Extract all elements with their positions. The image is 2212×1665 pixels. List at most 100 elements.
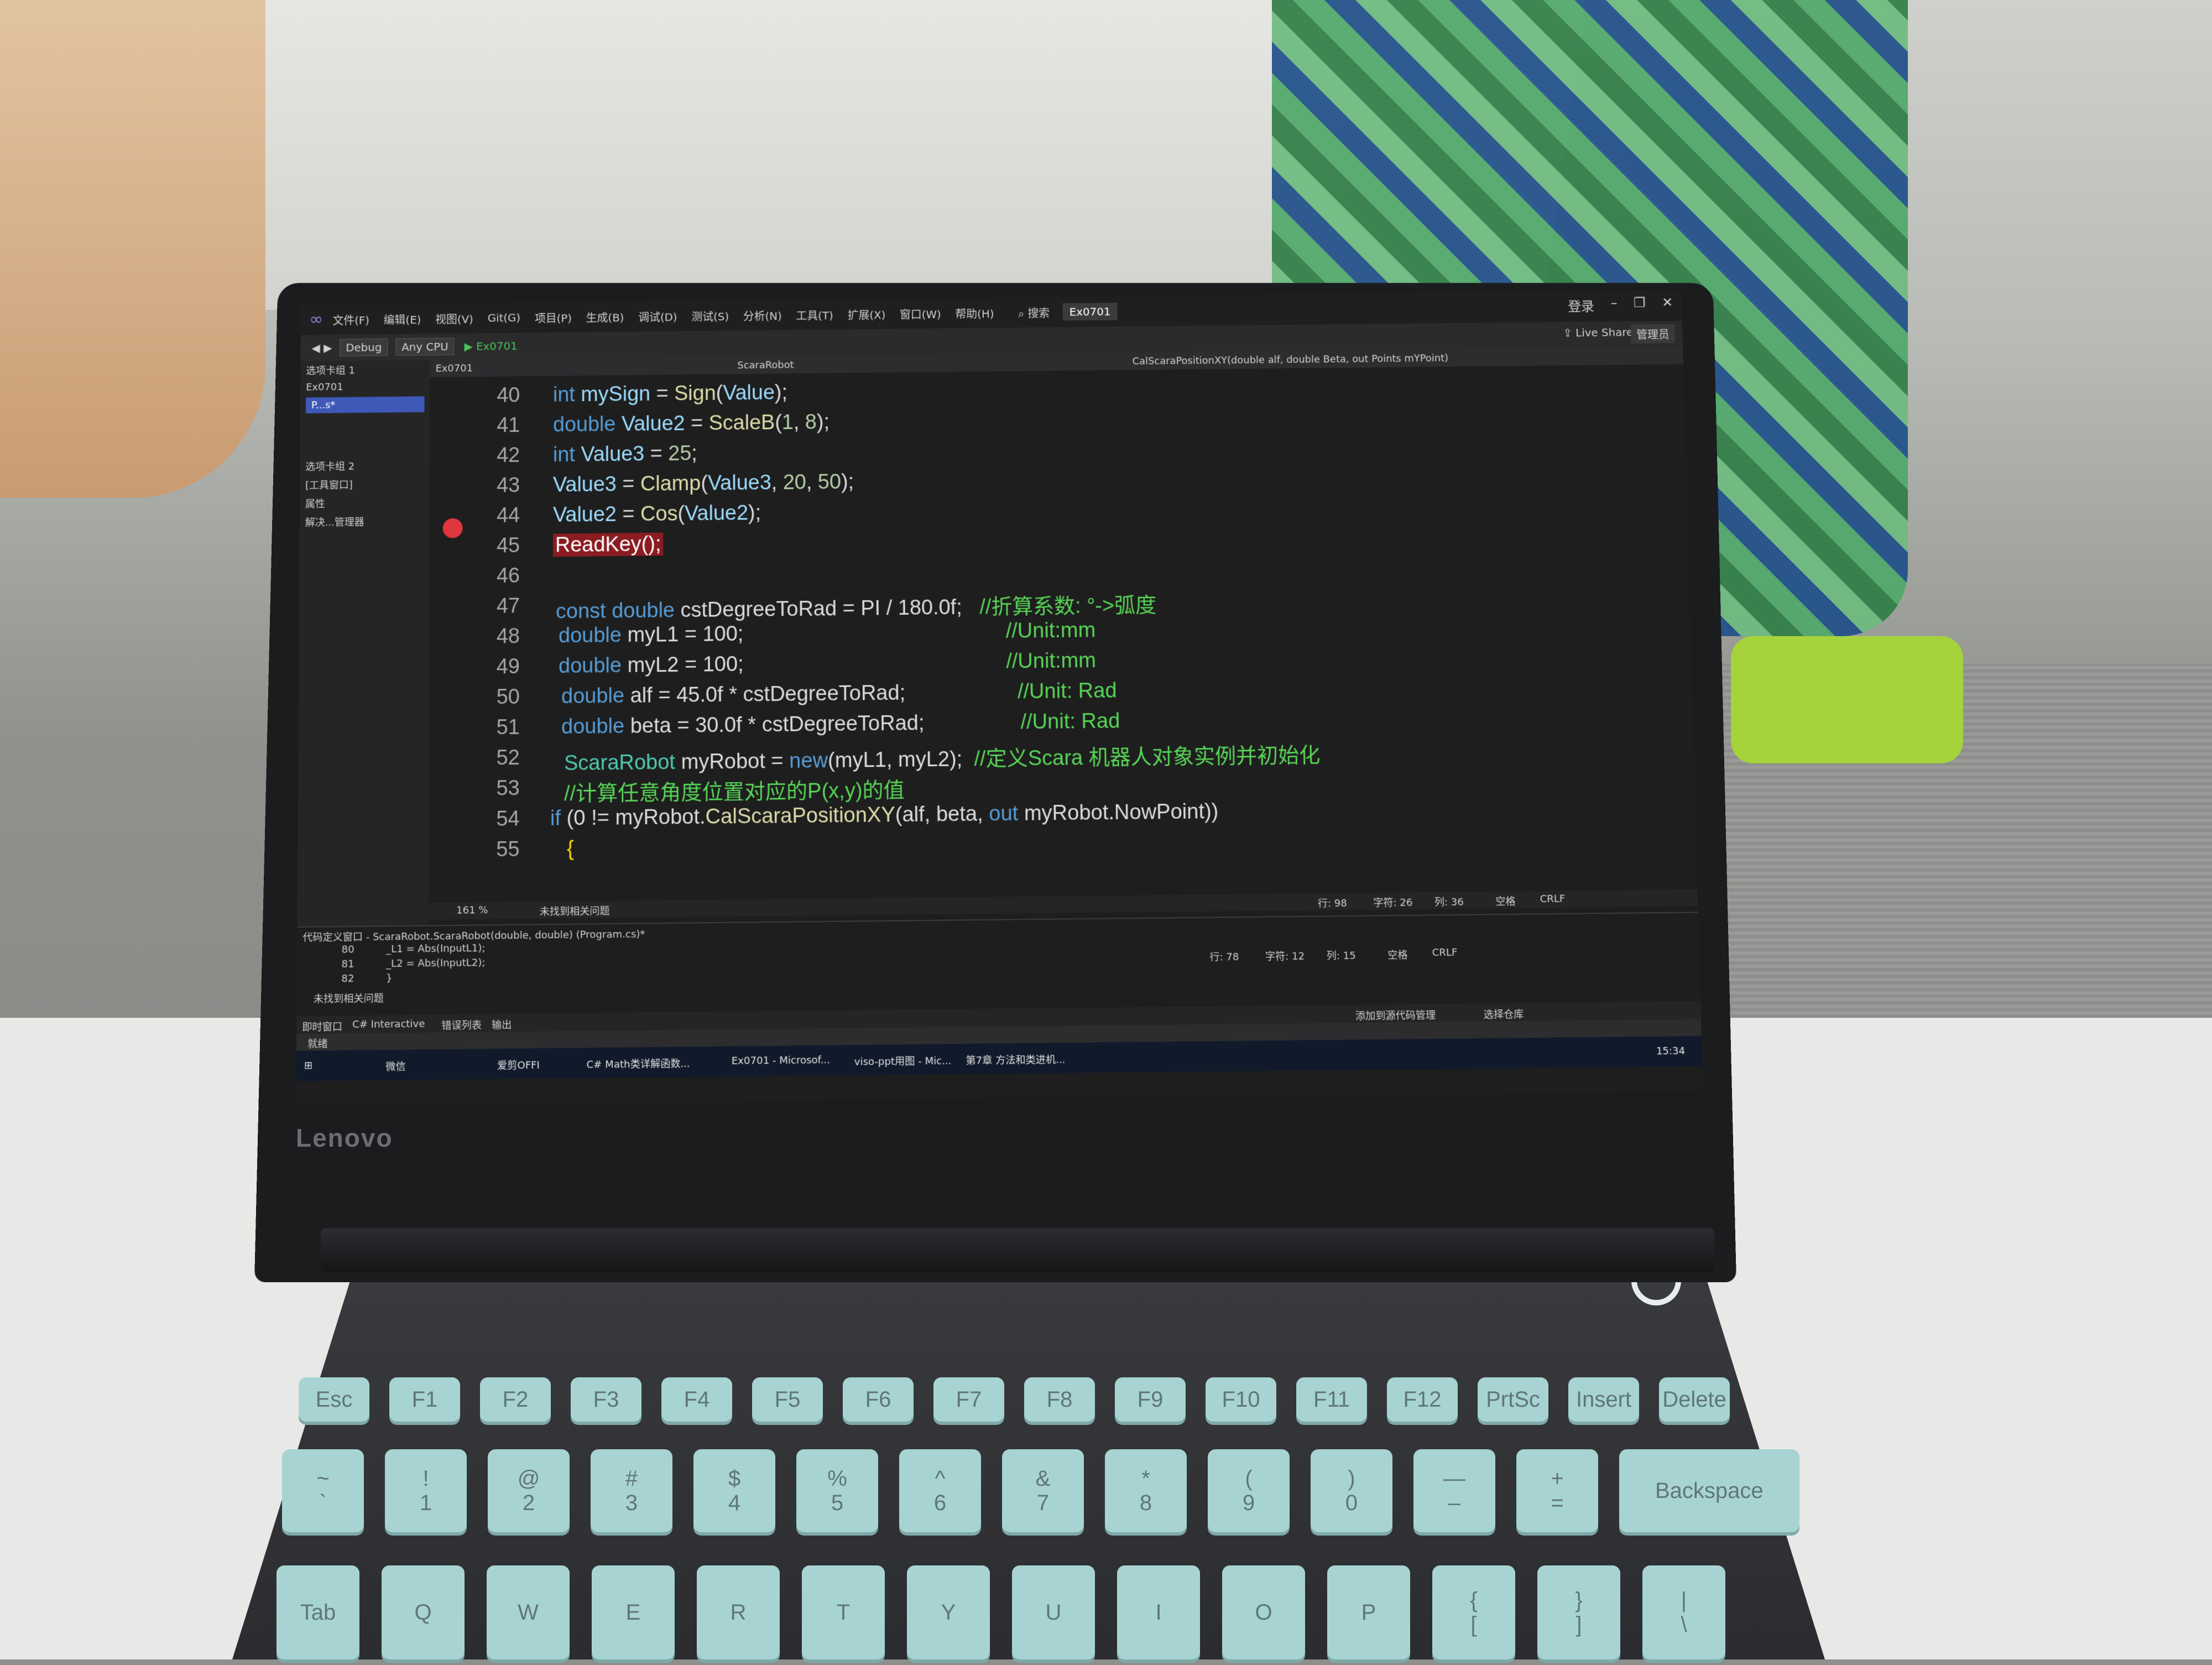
- tab-item-program[interactable]: P...s*: [305, 396, 425, 414]
- line-number: 44: [497, 504, 520, 528]
- tab-csharp-interactive[interactable]: C# Interactive: [352, 1018, 425, 1031]
- key-function-9[interactable]: F9: [1115, 1377, 1186, 1422]
- taskbar-document[interactable]: 第7章 方法和类进机...: [966, 1052, 1065, 1067]
- key-qwerty-9[interactable]: O: [1222, 1565, 1305, 1659]
- platform-select[interactable]: Any CPU: [395, 337, 455, 356]
- tab-immediate-window[interactable]: 即时窗口: [302, 1019, 342, 1034]
- taskbar-wechat[interactable]: 微信: [385, 1059, 405, 1074]
- tab-item-properties[interactable]: 属性: [300, 493, 430, 513]
- key-function-7[interactable]: F7: [933, 1377, 1004, 1422]
- select-repository[interactable]: 选择仓库: [1483, 1006, 1524, 1021]
- menu-git[interactable]: Git(G): [488, 311, 520, 324]
- start-debug-button[interactable]: ▶ Ex0701: [464, 339, 517, 353]
- key-number-4[interactable]: $ 4: [693, 1449, 775, 1532]
- key-function-2[interactable]: F2: [480, 1377, 551, 1422]
- close-icon[interactable]: ✕: [1662, 295, 1673, 314]
- menu-analyze[interactable]: 分析(N): [743, 307, 782, 323]
- taskbar-browser[interactable]: C# Math类详解函数...: [586, 1055, 690, 1071]
- configuration-select[interactable]: Debug: [340, 338, 388, 357]
- code-comment: //Unit:mm: [1006, 649, 1097, 673]
- add-to-source-control[interactable]: 添加到源代码管理: [1355, 1007, 1436, 1023]
- menu-build[interactable]: 生成(B): [586, 309, 624, 325]
- key-number-6[interactable]: ^ 6: [899, 1449, 981, 1532]
- key-function-8[interactable]: F8: [1024, 1377, 1095, 1422]
- key-number-5[interactable]: % 5: [796, 1449, 878, 1532]
- key-qwerty-13[interactable]: | \: [1642, 1565, 1725, 1659]
- key-qwerty-2[interactable]: W: [487, 1565, 570, 1659]
- code-token: ScaleB: [708, 411, 775, 435]
- key-function-12[interactable]: F12: [1387, 1377, 1458, 1422]
- line-number: 41: [497, 414, 520, 437]
- login-link[interactable]: 登录: [1568, 295, 1594, 315]
- menu-debug[interactable]: 调试(D): [638, 308, 677, 324]
- key-number-9[interactable]: ( 9: [1208, 1449, 1290, 1532]
- key-number-8[interactable]: * 8: [1105, 1449, 1187, 1532]
- zoom-level[interactable]: 161 %: [456, 904, 488, 917]
- key-function-1[interactable]: F1: [389, 1377, 460, 1422]
- key-function-0[interactable]: Esc: [299, 1377, 369, 1422]
- menu-window[interactable]: 窗口(W): [900, 305, 941, 321]
- key-function-13[interactable]: PrtSc: [1478, 1377, 1548, 1422]
- tab-item-solution-explorer[interactable]: 解决...管理器: [300, 512, 430, 532]
- key-function-6[interactable]: F6: [843, 1377, 914, 1422]
- back-icon[interactable]: ◀ ▶: [311, 341, 332, 355]
- key-number-2[interactable]: @ 2: [488, 1449, 570, 1532]
- key-number-13[interactable]: Backspace: [1619, 1449, 1799, 1532]
- line-number: 50: [496, 685, 520, 709]
- key-function-14[interactable]: Insert: [1568, 1377, 1639, 1422]
- menu-test[interactable]: 测试(S): [691, 308, 729, 324]
- key-number-7[interactable]: & 7: [1002, 1449, 1084, 1532]
- key-number-10[interactable]: ) 0: [1311, 1449, 1392, 1532]
- windows-start-icon[interactable]: ⊞: [304, 1060, 312, 1072]
- key-qwerty-10[interactable]: P: [1327, 1565, 1410, 1659]
- key-qwerty-12[interactable]: } ]: [1537, 1565, 1620, 1659]
- menu-edit[interactable]: 编辑(E): [384, 311, 421, 327]
- menu-view[interactable]: 视图(V): [435, 310, 473, 326]
- key-qwerty-7[interactable]: U: [1012, 1565, 1095, 1659]
- code-token: Cos: [640, 502, 678, 526]
- key-qwerty-3[interactable]: E: [592, 1565, 675, 1659]
- nav-class[interactable]: ScaraRobot: [737, 359, 794, 371]
- key-function-11[interactable]: F11: [1296, 1377, 1367, 1422]
- taskbar-visual-studio[interactable]: Ex0701 - Microsof...: [732, 1054, 830, 1067]
- code-line: if (0 != myRobot.CalScaraPositionXY(alf,…: [550, 800, 1219, 830]
- key-function-5[interactable]: F5: [752, 1377, 823, 1422]
- key-qwerty-5[interactable]: T: [802, 1565, 885, 1659]
- key-function-3[interactable]: F3: [571, 1377, 641, 1422]
- menu-file[interactable]: 文件(F): [332, 311, 369, 327]
- line-number: 46: [496, 564, 520, 588]
- code-token: beta: [630, 714, 671, 738]
- taskbar-visio[interactable]: viso-ppt用图 - Mic...: [854, 1053, 952, 1068]
- key-qwerty-11[interactable]: { [: [1432, 1565, 1515, 1659]
- key-qwerty-6[interactable]: Y: [907, 1565, 990, 1659]
- tab-output[interactable]: 输出: [492, 1017, 512, 1032]
- search-box[interactable]: ⌕ 搜索: [1018, 304, 1050, 320]
- taskbar-app-2[interactable]: 爱剪OFFI: [497, 1057, 540, 1072]
- key-number-11[interactable]: — –: [1413, 1449, 1495, 1532]
- key-number-0[interactable]: ~ `: [282, 1449, 364, 1532]
- tab-error-list[interactable]: 错误列表: [441, 1017, 482, 1032]
- key-qwerty-8[interactable]: I: [1117, 1565, 1200, 1659]
- nav-project[interactable]: Ex0701: [436, 363, 473, 374]
- menu-tools[interactable]: 工具(T): [796, 306, 833, 322]
- key-qwerty-0[interactable]: Tab: [276, 1565, 359, 1659]
- line-number: 45: [496, 534, 520, 558]
- key-function-4[interactable]: F4: [661, 1377, 732, 1422]
- restore-icon[interactable]: ❐: [1634, 295, 1646, 314]
- menu-project[interactable]: 项目(P): [535, 309, 572, 325]
- menu-extensions[interactable]: 扩展(X): [847, 306, 885, 322]
- menu-help[interactable]: 帮助(H): [955, 305, 994, 321]
- key-number-12[interactable]: + =: [1516, 1449, 1598, 1532]
- tab-item-project[interactable]: Ex0701: [300, 378, 430, 396]
- key-qwerty-1[interactable]: Q: [382, 1565, 465, 1659]
- live-share-button[interactable]: ⇪ Live Share: [1563, 326, 1634, 340]
- key-number-1[interactable]: ! 1: [385, 1449, 467, 1532]
- minimize-icon[interactable]: –: [1610, 295, 1618, 314]
- key-function-10[interactable]: F10: [1206, 1377, 1276, 1422]
- key-number-3[interactable]: # 3: [591, 1449, 672, 1532]
- key-qwerty-4[interactable]: R: [697, 1565, 780, 1659]
- nav-member[interactable]: CalScaraPositionXY(double alf, double Be…: [1133, 352, 1449, 367]
- code-line: Value3 = Clamp(Value3, 20, 50);: [552, 470, 854, 497]
- code-line: double beta = 30.0f * cstDegreeToRad;: [561, 711, 925, 739]
- key-function-15[interactable]: Delete: [1659, 1377, 1730, 1422]
